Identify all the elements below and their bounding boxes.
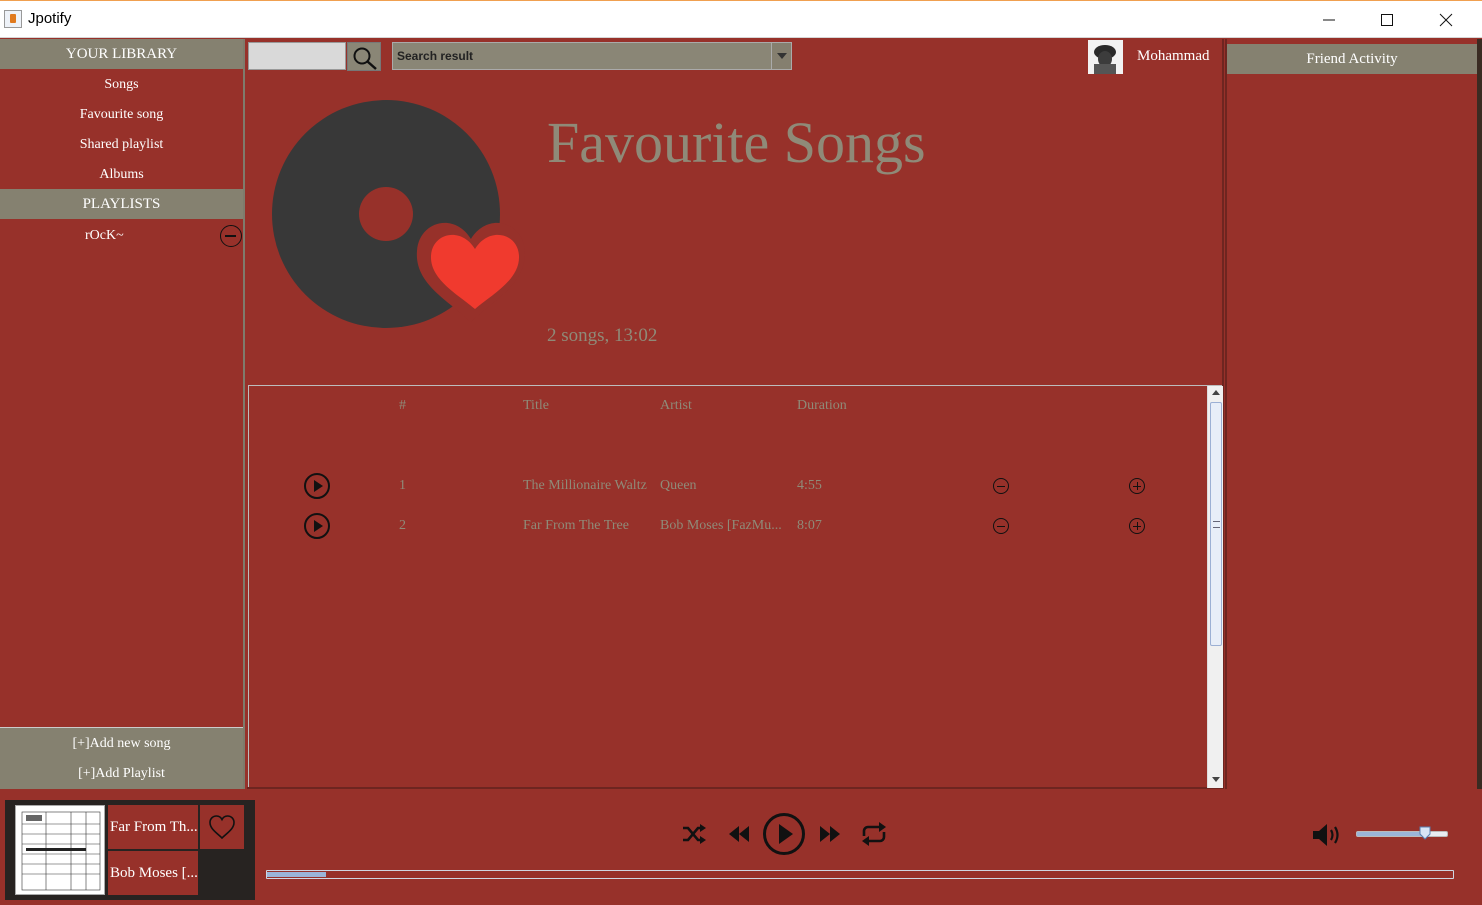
close-button[interactable] <box>1417 1 1475 39</box>
next-icon[interactable] <box>818 825 842 843</box>
column-header-duration: Duration <box>797 398 847 413</box>
row-artist: Queen <box>660 478 697 493</box>
shuffle-icon[interactable] <box>681 822 707 846</box>
search-result-label: Search result <box>397 49 474 63</box>
seek-progress <box>267 872 326 877</box>
add-playlist-button[interactable]: [+]Add Playlist <box>0 759 243 789</box>
volume-icon[interactable] <box>1310 821 1344 849</box>
like-button[interactable] <box>200 805 244 849</box>
search-icon <box>353 47 377 70</box>
column-header-title: Title <box>523 398 549 413</box>
user-name[interactable]: Mohammad <box>1137 48 1210 65</box>
minus-circle-icon[interactable] <box>993 478 1009 494</box>
sidebar-item-albums[interactable]: Albums <box>0 160 243 190</box>
minimize-icon <box>1323 19 1335 21</box>
scrollbar[interactable] <box>1207 386 1223 788</box>
row-title: The Millionaire Waltz <box>523 478 647 493</box>
volume-level <box>1357 832 1425 836</box>
column-header-artist: Artist <box>660 398 692 413</box>
row-artist: Bob Moses [FazMu... <box>660 518 782 533</box>
repeat-icon[interactable] <box>859 821 889 847</box>
playlists-header: PLAYLISTS <box>0 189 243 219</box>
album-art <box>15 805 105 895</box>
now-playing-panel: Far From Th... Bob Moses [... <box>5 800 255 900</box>
playlist-title: Favourite Songs <box>547 110 926 175</box>
plus-circle-icon[interactable] <box>1129 518 1145 534</box>
library-sidebar: YOUR LIBRARY Songs Favourite song Shared… <box>0 39 245 789</box>
volume-knob[interactable] <box>1419 826 1431 840</box>
column-header-number: # <box>399 398 406 413</box>
maximize-icon <box>1381 14 1393 26</box>
remove-playlist-icon[interactable] <box>220 225 242 247</box>
friend-activity-header: Friend Activity <box>1227 44 1477 74</box>
now-playing-title: Far From Th... <box>108 805 198 849</box>
playlist-cover-image <box>272 100 525 328</box>
table-row[interactable]: 2 Far From The Tree Bob Moses [FazMu... … <box>249 511 1207 541</box>
search-input[interactable] <box>248 42 346 70</box>
main-content: Search result Mohammad Favourite Songs 2… <box>247 39 1224 789</box>
close-icon <box>1439 13 1453 27</box>
row-title: Far From The Tree <box>523 518 629 533</box>
title-bar: Jpotify <box>0 0 1482 38</box>
minimize-button[interactable] <box>1300 1 1358 39</box>
row-duration: 4:55 <box>797 478 822 493</box>
play-button[interactable] <box>762 812 806 856</box>
java-app-icon <box>4 10 22 28</box>
window-edge <box>1477 39 1482 789</box>
row-number: 1 <box>399 478 406 493</box>
scroll-up-icon[interactable] <box>1208 386 1224 400</box>
row-number: 2 <box>399 518 406 533</box>
song-table: # Title Artist Duration 1 The Millionair… <box>248 385 1223 788</box>
volume-slider[interactable] <box>1356 826 1448 840</box>
seek-bar[interactable] <box>266 870 1454 879</box>
now-playing-artist: Bob Moses [... <box>108 851 198 895</box>
table-row[interactable]: 1 The Millionaire Waltz Queen 4:55 <box>249 471 1207 501</box>
playlist-label[interactable]: rOcK~ <box>85 221 124 251</box>
heart-icon <box>209 815 235 840</box>
playlist-meta: 2 songs, 13:02 <box>547 325 658 346</box>
search-result-dropdown[interactable]: Search result <box>392 42 792 70</box>
avatar[interactable] <box>1088 40 1123 74</box>
minus-circle-icon[interactable] <box>993 518 1009 534</box>
plus-circle-icon[interactable] <box>1129 478 1145 494</box>
sidebar-footer: [+]Add new song [+]Add Playlist <box>0 727 243 789</box>
previous-icon[interactable] <box>727 825 751 843</box>
playlist-item[interactable]: rOcK~ <box>0 221 243 251</box>
sidebar-item-shared-playlist[interactable]: Shared playlist <box>0 130 243 160</box>
add-song-button[interactable]: [+]Add new song <box>0 729 243 759</box>
chevron-down-icon[interactable] <box>771 43 791 69</box>
scroll-down-icon[interactable] <box>1208 772 1224 786</box>
window-title: Jpotify <box>28 10 72 27</box>
play-circle-icon[interactable] <box>304 473 330 499</box>
play-circle-icon[interactable] <box>304 513 330 539</box>
maximize-button[interactable] <box>1358 1 1416 39</box>
row-duration: 8:07 <box>797 518 822 533</box>
scroll-thumb[interactable] <box>1210 402 1222 646</box>
player-bar: Far From Th... Bob Moses [... <box>0 789 1482 905</box>
friend-activity-panel: Friend Activity <box>1225 39 1477 789</box>
library-header: YOUR LIBRARY <box>0 39 243 69</box>
sidebar-item-favourite-song[interactable]: Favourite song <box>0 100 243 130</box>
sidebar-item-songs[interactable]: Songs <box>0 70 243 100</box>
search-button[interactable] <box>347 42 381 71</box>
